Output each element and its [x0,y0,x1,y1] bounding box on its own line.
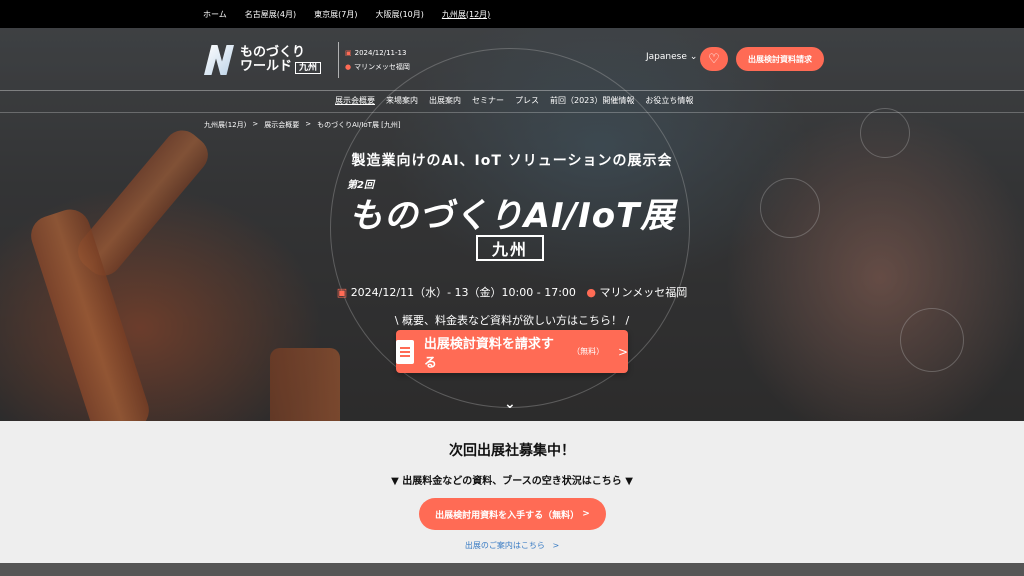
logo-line1: ものづくり [240,45,306,61]
nav-item-visitors[interactable]: 来場案内 [386,95,418,106]
favorite-button[interactable]: ♡ [700,47,728,71]
logo-badge: 九州 [295,62,322,74]
chevron-right-icon: > [617,344,629,359]
bottom-bar [0,563,1024,576]
breadcrumb-item[interactable]: 展示会概要 [264,120,299,130]
top-link-home[interactable]: ホーム [203,9,227,20]
recruit-subtitle: ▼ 出展料金などの資料、ブースの空き状況はこちら ▼ [391,476,633,487]
document-icon [396,339,414,364]
chevron-right-icon: > [579,509,590,519]
language-label: Japanese [646,52,687,62]
language-selector[interactable]: Japanese ⌄ [646,52,697,62]
top-link-nagoya[interactable]: 名古屋展(4月) [245,9,296,20]
hero-cta-label: 出展検討資料を請求する [423,336,554,371]
scroll-down-icon[interactable]: ⌄ [504,396,516,412]
exhibitor-guide-link[interactable]: 出展のご案内はこちら > [0,540,1024,551]
nav-divider [0,112,1024,113]
logo-line2: ワールド [240,59,293,74]
breadcrumb: 九州展(12月) > 展示会概要 > ものづくりAI/IoT展 [九州] [204,120,401,130]
hero-cta-sub: （無料） [572,347,605,356]
breadcrumb-item: ものづくりAI/IoT展 [九州] [317,121,401,129]
hero-region-badge: 九州 [476,235,544,261]
request-materials-button[interactable]: 出展検討資料請求 [736,47,824,71]
nav-item-seminar[interactable]: セミナー [472,95,504,106]
top-bar: ホーム 名古屋展(4月) 東京展(7月) 大阪展(10月) 九州展(12月) [0,0,1024,28]
site-logo[interactable]: ものづくり ワールド 九州 [204,44,334,76]
nav-item-overview[interactable]: 展示会概要 [335,95,375,106]
breadcrumb-item[interactable]: 九州展(12月) [204,120,246,130]
top-link-kyushu[interactable]: 九州展(12月) [442,9,490,20]
breadcrumb-separator: > [305,120,312,128]
recruit-title: 次回出展社募集中！ [449,443,575,459]
nav-divider [0,90,1024,91]
top-link-tokyo[interactable]: 東京展(7月) [314,9,357,20]
hero-request-button[interactable]: 出展検討資料を請求する （無料） > [396,330,628,373]
hero-venue: マリンメッセ福岡 [599,286,688,299]
nav-item-exhibitors[interactable]: 出展案内 [429,95,461,106]
calendar-icon: ▣ [345,49,352,57]
header-divider [338,42,339,78]
header-venue: マリンメッセ福岡 [354,63,410,71]
location-pin-icon: ● [586,286,597,299]
hero-subtitle: 製造業向けのAI、IoT ソリューションの展示会 [351,153,673,169]
get-materials-button[interactable]: 出展検討用資料を入手する（無料） > [419,498,606,530]
location-pin-icon: ● [345,63,352,71]
breadcrumb-separator: > [252,120,259,128]
nav-item-previous[interactable]: 前回（2023）開催情報 [550,95,634,106]
hero-promo-text: \ 概要、料金表など資料が欲しい方はこちら！ / [394,314,630,327]
hero-date: 2024/12/11（水）- 13（金）10:00 - 17:00 [350,286,576,299]
heart-icon: ♡ [708,51,720,67]
hero-title: ものづくりAI/IoT展 [348,196,676,236]
hero-dateline: ▣ 2024/12/11（水）- 13（金）10:00 - 17:00 ● マリ… [0,284,1024,300]
header-event-info: ▣ 2024/12/11-13 ● マリンメッセ福岡 [345,46,410,74]
top-link-osaka[interactable]: 大阪展(10月) [375,9,423,20]
nav-item-press[interactable]: プレス [515,95,539,106]
header-date: 2024/12/11-13 [354,49,407,57]
get-materials-label: 出展検討用資料を入手する（無料） [435,510,580,521]
logo-text: ものづくり ワールド 九州 [240,45,322,74]
logo-mark-icon [204,45,234,75]
main-nav: 展示会概要 来場案内 出展案内 セミナー プレス 前回（2023）開催情報 お役… [335,95,693,106]
calendar-icon: ▣ [336,286,348,299]
chevron-down-icon: ⌄ [689,52,698,62]
guide-link-label: 出展のご案内はこちら [464,541,545,550]
nav-item-useful-info[interactable]: お役立ち情報 [645,95,693,106]
chevron-right-icon: > [547,541,560,550]
top-links: ホーム 名古屋展(4月) 東京展(7月) 大阪展(10月) 九州展(12月) [203,0,508,28]
